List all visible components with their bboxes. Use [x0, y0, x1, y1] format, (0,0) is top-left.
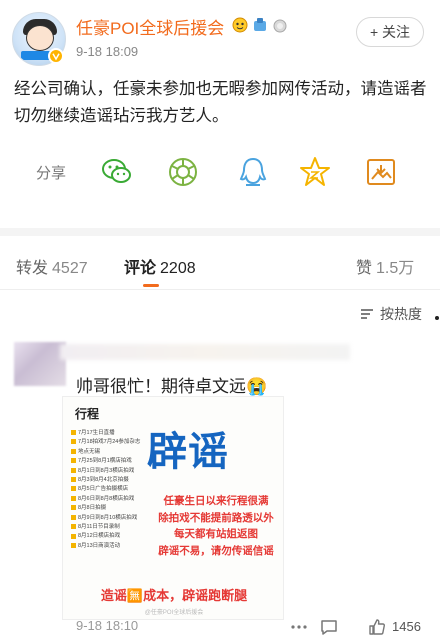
- schedule-line: 8月8日拍摄: [69, 504, 153, 513]
- comment-timestamp: 9-18 18:10: [76, 618, 139, 633]
- favorite-icon[interactable]: [298, 155, 332, 189]
- verified-badge-icon: [48, 48, 64, 64]
- schedule-line: 8月6日到8月8横店拍戏: [69, 495, 153, 504]
- commenter-avatar-blurred[interactable]: [14, 342, 66, 386]
- schedule-line: 7月25到8月1横店拍戏: [69, 457, 153, 466]
- sort-icon: [361, 309, 373, 319]
- poster-title: 行程: [75, 407, 100, 421]
- poster-watermark: @任豪POI全球后援会: [144, 610, 204, 616]
- follow-button[interactable]: + 关注: [356, 17, 424, 47]
- tab-reposts[interactable]: 转发 4527: [16, 254, 88, 278]
- username[interactable]: 任豪POI全球后援会: [76, 14, 224, 39]
- poster-slogan: 造谣🈚成本，辟谣跑断腿: [100, 588, 248, 603]
- poster-message-line: 除拍戏不能提前路透以外: [158, 511, 274, 524]
- schedule-line: 8月11日节目录制: [69, 523, 153, 532]
- save-image-icon[interactable]: [364, 155, 398, 189]
- tab-comments-count: 2208: [160, 260, 196, 277]
- tab-likes-count: 1.5万: [376, 260, 415, 277]
- weibo-post: 任豪POI全球后援会 9-18 18:09 + 关注 经公司确认，任豪未参加也无…: [0, 0, 440, 228]
- comment-like-count: 1456: [392, 619, 421, 634]
- post-text: 经公司确认，任豪未参加也无暇参加网传活动，请造谣者切勿继续造谣玷污我方艺人。: [14, 80, 427, 125]
- medal-icon: [273, 19, 287, 33]
- comment-image[interactable]: 行程 辟谣 7月17生日直播 7月18拍戏7月24参加杂志 地点无锡 7月25到…: [62, 396, 284, 620]
- tab-likes[interactable]: 赞 1.5万: [356, 254, 414, 278]
- tab-reposts-label: 转发: [16, 260, 49, 277]
- sticker-icon: [232, 17, 248, 33]
- poster-message-line: 任豪生日以来行程很满: [163, 495, 269, 507]
- tab-comments[interactable]: 评论 2208: [124, 254, 196, 278]
- more-options-icon[interactable]: [290, 618, 308, 636]
- poster-headline: 辟谣: [147, 430, 229, 474]
- poster-message-line: 辟谣不易，请勿传谣信谣: [158, 544, 274, 557]
- schedule-line: 8月12日横店拍戏: [69, 532, 153, 541]
- tab-likes-label: 赞: [356, 260, 373, 277]
- poster-schedule: 7月17生日直播 7月18拍戏7月24参加杂志 地点无锡 7月25到8月1横店拍…: [69, 429, 153, 551]
- post-timestamp: 9-18 18:09: [76, 44, 139, 59]
- commenter-name-blurred: [60, 344, 350, 360]
- schedule-line: 8月13日商演活动: [69, 542, 153, 551]
- moments-icon[interactable]: [166, 155, 200, 189]
- tab-comments-label: 评论: [124, 260, 157, 277]
- edge-dot: [435, 316, 439, 320]
- schedule-line: 7月17生日直播: [69, 429, 153, 438]
- share-row: 分享: [0, 150, 440, 194]
- schedule-line: 8月5日广告拍摄横店: [69, 485, 153, 494]
- interaction-tabs: 转发 4527 评论 2208 赞 1.5万: [0, 236, 440, 290]
- schedule-line: 地点无锡: [69, 448, 153, 457]
- tab-reposts-count: 4527: [52, 260, 88, 277]
- schedule-line: 8月9日到8月10横店拍戏: [69, 514, 153, 523]
- qq-icon[interactable]: [236, 155, 270, 189]
- schedule-line: 8月3到8月4北京拍摄: [69, 476, 153, 485]
- sort-row: 按热度: [0, 290, 440, 334]
- section-divider: [0, 228, 440, 236]
- sort-by-hot-button[interactable]: 按热度: [380, 304, 422, 324]
- member-icon: [254, 18, 266, 31]
- reply-icon[interactable]: [320, 618, 338, 636]
- like-icon[interactable]: [368, 618, 386, 636]
- avatar-face: [26, 25, 54, 51]
- schedule-line: 8月1日到8月3横店拍戏: [69, 467, 153, 476]
- share-label: 分享: [36, 165, 67, 182]
- comment-item: 帅哥很忙！期待卓文远😭 行程 辟谣 7月17生日直播 7月18拍戏7月24参加杂…: [0, 336, 440, 644]
- wechat-icon[interactable]: [100, 155, 134, 189]
- poster-message-line: 每天都有站姐返图: [174, 528, 258, 540]
- active-tab-indicator: [143, 284, 159, 287]
- poster-message: 任豪生日以来行程很满 除拍戏不能提前路透以外 每天都有站姐返图 辟谣不易，请勿传…: [149, 493, 283, 559]
- comment-text: 帅哥很忙！期待卓文远😭: [76, 377, 268, 396]
- schedule-line: 7月18拍戏7月24参加杂志: [69, 438, 153, 447]
